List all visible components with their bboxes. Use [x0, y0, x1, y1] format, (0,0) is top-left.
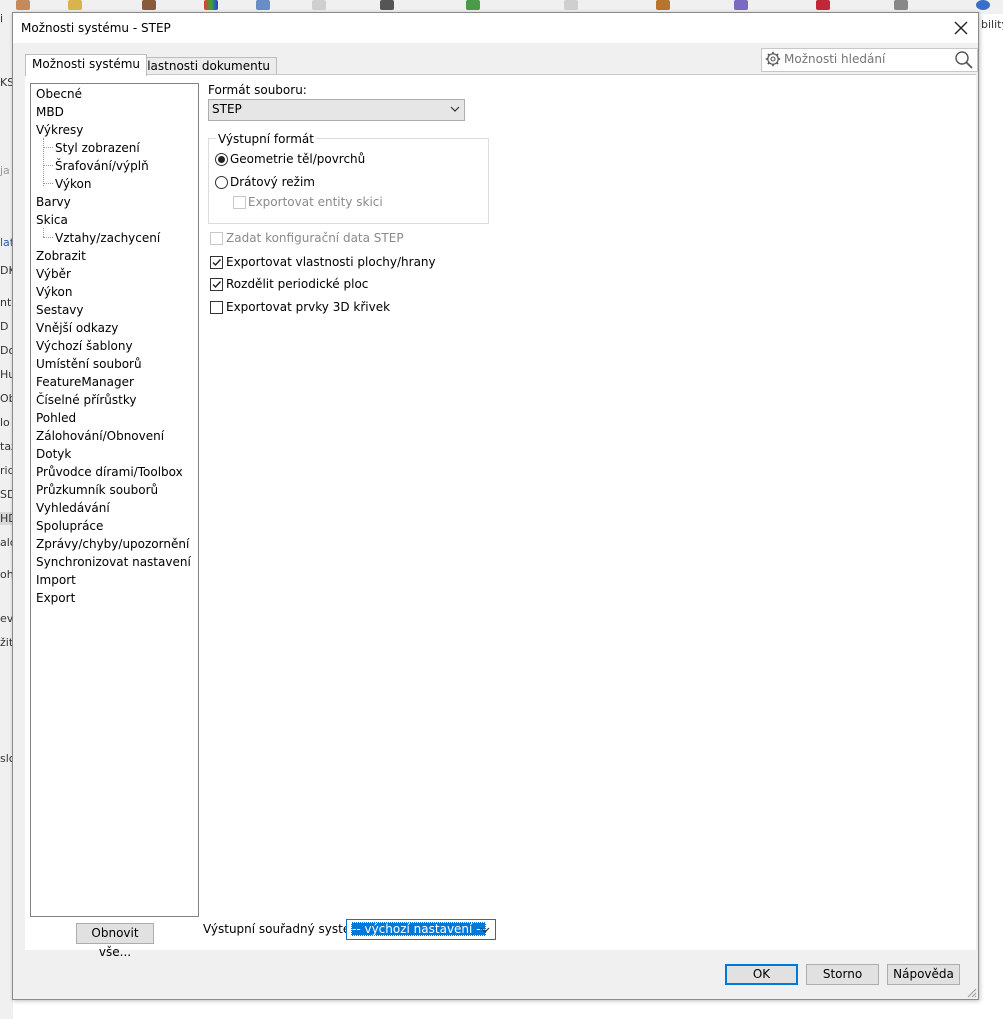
tree-item-drawing-performance[interactable]: Výkon — [55, 176, 91, 192]
tab-system-options[interactable]: Možnosti systému — [25, 54, 148, 76]
options-dialog: Možnosti systému - STEP Možnosti systému… — [12, 12, 979, 1000]
toolbar-icon — [976, 0, 990, 10]
tab-document-properties[interactable]: Vlastnosti dokumentu — [132, 57, 278, 75]
tree-item-messages-errors-warnings[interactable]: Zprávy/chyby/upozornění — [36, 536, 189, 552]
search-box[interactable] — [761, 48, 978, 72]
tree-connector — [43, 147, 53, 148]
cancel-button[interactable]: Storno — [806, 964, 879, 985]
tree-item-drawings[interactable]: Výkresy — [36, 122, 83, 138]
chevron-down-icon — [450, 103, 460, 113]
tree-item-area-hatch[interactable]: Šrafování/výplň — [55, 158, 149, 174]
toolbar-icon — [734, 0, 748, 10]
toolbar-icon — [312, 0, 326, 10]
checkbox-split-periodic[interactable] — [210, 278, 223, 291]
tree-item-display-style[interactable]: Styl zobrazení — [55, 140, 140, 156]
tree-item-selection[interactable]: Výběr — [36, 266, 71, 282]
checkbox-step-config — [210, 232, 223, 245]
checkbox-export-face-props[interactable] — [210, 256, 223, 269]
toolbar-icon — [256, 0, 270, 10]
background-right-panel: bilityS — [978, 14, 1003, 1019]
checkbox-export-3d-curves-label[interactable]: Exportovat prvky 3D křivek — [226, 300, 390, 314]
gear-icon[interactable] — [764, 50, 782, 68]
toolbar-icon — [68, 0, 82, 10]
radio-wireframe[interactable] — [215, 176, 228, 189]
category-tree: Obecné MBD Výkresy Styl zobrazení Šrafov… — [30, 83, 199, 917]
tree-item-file-explorer[interactable]: Průzkumník souborů — [36, 482, 158, 498]
tree-item-search[interactable]: Vyhledávání — [36, 500, 110, 516]
tree-item-file-locations[interactable]: Umístění souborů — [36, 356, 142, 372]
tree-item-external-references[interactable]: Vnější odkazy — [36, 320, 118, 336]
help-button[interactable]: Nápověda — [887, 964, 960, 985]
resize-grip-icon[interactable] — [965, 986, 977, 998]
tree-connector — [43, 183, 53, 184]
reset-all-button[interactable]: Obnovit vše... — [76, 923, 154, 959]
coordinate-system-select[interactable]: -- výchozí nastavení -- — [346, 919, 496, 940]
tree-item-spin-box-increments[interactable]: Číselné přírůstky — [36, 392, 137, 408]
dialog-title: Možnosti systému - STEP — [21, 21, 171, 35]
coordinate-system-label: Výstupní souřadný systém: — [203, 922, 366, 936]
search-icon[interactable] — [954, 50, 974, 70]
tree-connector — [43, 138, 44, 186]
tree-item-general[interactable]: Obecné — [36, 86, 82, 102]
tree-item-hole-wizard-toolbox[interactable]: Průvodce dírami/Toolbox — [36, 464, 183, 480]
toolbar-icon — [466, 0, 480, 10]
radio-solid-surface-label[interactable]: Geometrie těl/povrchů — [230, 152, 365, 166]
tree-item-touch[interactable]: Dotyk — [36, 446, 71, 462]
toolbar-icon — [380, 0, 394, 10]
checkbox-export-3d-curves[interactable] — [210, 301, 223, 314]
checkbox-export-sketch-label: Exportovat entity skici — [248, 195, 383, 209]
tree-item-display[interactable]: Zobrazit — [36, 248, 86, 264]
tree-item-view[interactable]: Pohled — [36, 410, 76, 426]
ok-button[interactable]: OK — [725, 964, 798, 985]
coordinate-system-value: -- výchozí nastavení -- — [351, 922, 486, 936]
tree-item-default-templates[interactable]: Výchozí šablony — [36, 338, 133, 354]
background-text: bilityS — [981, 18, 1003, 31]
tree-item-mbd[interactable]: MBD — [36, 104, 64, 120]
radio-solid-surface[interactable] — [215, 153, 228, 166]
toolbar-icon — [142, 0, 156, 10]
tree-connector — [43, 228, 44, 237]
tree-item-backup-recover[interactable]: Zálohování/Obnovení — [36, 428, 164, 444]
tree-item-featuremanager[interactable]: FeatureManager — [36, 374, 134, 390]
tree-item-colors[interactable]: Barvy — [36, 194, 71, 210]
tab-label: Možnosti systému — [32, 57, 141, 71]
search-input[interactable] — [784, 50, 944, 68]
tree-connector — [43, 165, 53, 166]
tree-item-assemblies[interactable]: Sestavy — [36, 302, 84, 318]
chevron-down-icon — [480, 924, 490, 934]
tab-label: Vlastnosti dokumentu — [139, 59, 271, 73]
close-icon[interactable] — [950, 17, 972, 39]
file-format-select[interactable]: STEP — [208, 99, 465, 121]
checkbox-export-face-props-label[interactable]: Exportovat vlastnosti plochy/hrany — [226, 255, 436, 269]
tree-item-import[interactable]: Import — [36, 572, 76, 588]
radio-wireframe-label[interactable]: Drátový režim — [230, 175, 315, 189]
toolbar-icon — [204, 0, 218, 10]
tree-item-performance[interactable]: Výkon — [36, 284, 72, 300]
tree-connector — [43, 237, 53, 238]
toolbar-icon — [816, 0, 830, 10]
checkbox-step-config-label: Zadat konfigurační data STEP — [226, 231, 404, 245]
tree-item-export[interactable]: Export — [36, 590, 75, 606]
toolbar-icon — [656, 0, 670, 10]
toolbar-icon — [564, 0, 578, 10]
tree-item-collaboration[interactable]: Spolupráce — [36, 518, 103, 534]
tree-item-sketch[interactable]: Skica — [36, 212, 68, 228]
toolbar-icon — [894, 0, 908, 10]
toolbar-icon — [16, 0, 30, 10]
title-bar: Možnosti systému - STEP — [13, 13, 978, 43]
output-format-title: Výstupní formát — [216, 132, 316, 146]
file-format-label: Formát souboru: — [208, 83, 307, 97]
tree-item-relations-snaps[interactable]: Vztahy/zachycení — [55, 230, 160, 246]
checkbox-export-sketch — [233, 196, 246, 209]
file-format-value: STEP — [212, 102, 242, 116]
checkbox-split-periodic-label[interactable]: Rozdělit periodické ploc — [226, 277, 368, 291]
tree-item-synchronize-settings[interactable]: Synchronizovat nastavení — [36, 554, 191, 570]
